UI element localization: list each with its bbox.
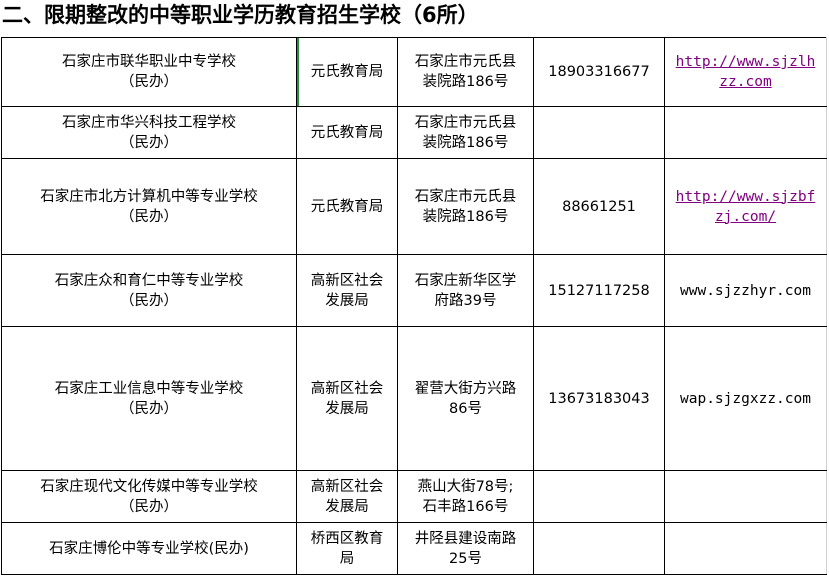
school-name-cell[interactable]: 石家庄市华兴科技工程学校 （民办） [1,106,297,159]
school-table: 石家庄市联华职业中专学校 （民办） 元氏教育局 石家庄市元氏县 装院路186号 18… [1,37,827,575]
spreadsheet-view: 二、限期整改的中等职业学历教育招生学校（6所） 石家庄市联华职业中专学校 （民办）… [0,0,829,577]
address-cell[interactable]: 石家庄新华区学 府路39号 [397,254,534,327]
website-cell[interactable]: http://www.sjzbf zj.com/ [664,158,827,255]
school-name-cell[interactable]: 石家庄现代文化传媒中等专业学校 （民办） [1,470,297,523]
authority-cell[interactable]: 高新区社会 发展局 [296,254,398,327]
authority-cell[interactable]: 元氏教育局 [296,106,398,159]
authority-cell[interactable]: 高新区社会 发展局 [296,326,398,471]
address-cell[interactable]: 石家庄市元氏县 装院路186号 [397,158,534,255]
website-cell[interactable]: wap.sjzgxzz.com [664,326,827,471]
table-row: 石家庄市联华职业中专学校 （民办） 元氏教育局 石家庄市元氏县 装院路186号 18… [1,37,827,107]
phone-cell[interactable] [533,522,665,575]
website-link[interactable]: http://www.sjzbf zj.com/ [667,187,824,227]
address-cell[interactable]: 翟营大街方兴路 86号 [397,326,534,471]
website-link[interactable]: http://www.sjzlh zz.com [667,52,824,92]
school-name-cell[interactable]: 石家庄博伦中等专业学校(民办) [1,522,297,575]
address-cell[interactable]: 燕山大街78号; 石丰路166号 [397,470,534,523]
website-cell[interactable] [664,470,827,523]
school-name-cell[interactable]: 石家庄工业信息中等专业学校 （民办） [1,326,297,471]
table-row: 石家庄市北方计算机中等专业学校 （民办） 元氏教育局 石家庄市元氏县 装院路186号… [1,158,827,255]
website-cell[interactable] [664,106,827,159]
section-heading: 二、限期整改的中等职业学历教育招生学校（6所） [2,3,479,27]
table-row: 石家庄现代文化传媒中等专业学校 （民办） 高新区社会 发展局 燕山大街78号; 石丰路… [1,470,827,523]
authority-cell[interactable]: 桥西区教育局 [296,522,398,575]
phone-cell[interactable] [533,470,665,523]
address-cell[interactable]: 石家庄市元氏县 装院路186号 [397,106,534,159]
table-row: 石家庄工业信息中等专业学校 （民办） 高新区社会 发展局 翟营大街方兴路 86号 13… [1,326,827,471]
table-row: 石家庄众和育仁中等专业学校 （民办） 高新区社会 发展局 石家庄新华区学 府路39号 … [1,254,827,327]
phone-cell[interactable]: 15127117258 [533,254,665,327]
address-cell[interactable]: 石家庄市元氏县 装院路186号 [397,37,534,107]
table-row: 石家庄市华兴科技工程学校 （民办） 元氏教育局 石家庄市元氏县 装院路186号 [1,106,827,159]
table-row: 石家庄博伦中等专业学校(民办) 桥西区教育局 井陉县建设南路 25号 [1,522,827,575]
school-name-cell[interactable]: 石家庄众和育仁中等专业学校 （民办） [1,254,297,327]
address-cell[interactable]: 井陉县建设南路 25号 [397,522,534,575]
phone-cell[interactable] [533,106,665,159]
phone-cell[interactable]: 18903316677 [533,37,665,107]
website-cell[interactable]: http://www.sjzlh zz.com [664,37,827,107]
school-name-cell[interactable]: 石家庄市北方计算机中等专业学校 （民办） [1,158,297,255]
phone-cell[interactable]: 13673183043 [533,326,665,471]
website-cell[interactable] [664,522,827,575]
school-name-cell[interactable]: 石家庄市联华职业中专学校 （民办） [1,37,297,107]
authority-cell[interactable]: 元氏教育局 [296,158,398,255]
phone-cell[interactable]: 88661251 [533,158,665,255]
authority-cell[interactable]: 高新区社会 发展局 [296,470,398,523]
website-cell[interactable]: www.sjzzhyr.com [664,254,827,327]
authority-cell[interactable]: 元氏教育局 [296,37,398,107]
